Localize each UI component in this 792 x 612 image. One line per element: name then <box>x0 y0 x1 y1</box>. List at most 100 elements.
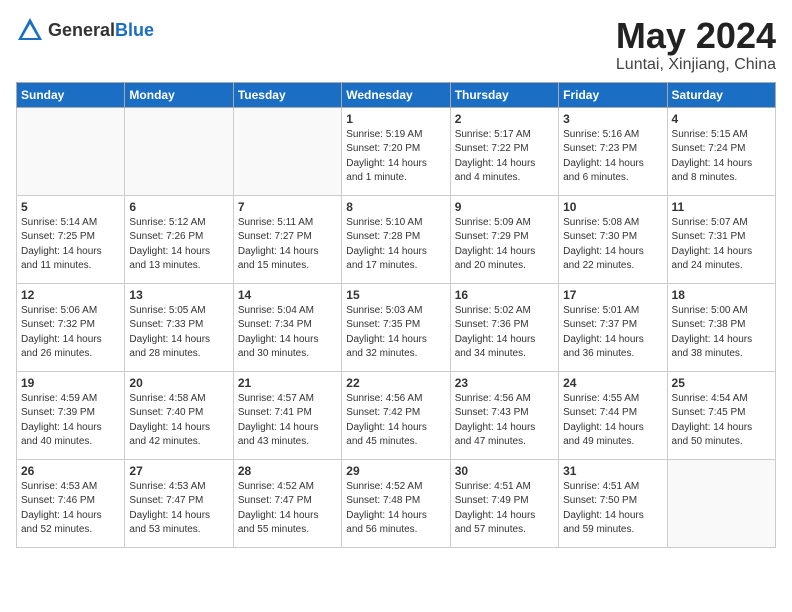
calendar-cell: 10 Sunrise: 5:08 AM Sunset: 7:30 PM Dayli… <box>559 195 667 283</box>
day-number: 11 <box>672 200 771 214</box>
day-number: 22 <box>346 376 445 390</box>
calendar-cell: 16 Sunrise: 5:02 AM Sunset: 7:36 PM Dayli… <box>450 283 558 371</box>
cell-content: Sunrise: 5:10 AM Sunset: 7:28 PM Dayligh… <box>346 216 445 274</box>
cell-content: Sunrise: 5:00 AM Sunset: 7:38 PM Dayligh… <box>672 304 771 362</box>
cell-content: Sunrise: 5:19 AM Sunset: 7:20 PM Dayligh… <box>346 128 445 186</box>
calendar-cell: 7 Sunrise: 5:11 AM Sunset: 7:27 PM Daylig… <box>233 195 341 283</box>
day-of-week-header: Friday <box>559 82 667 107</box>
day-number: 26 <box>21 464 120 478</box>
calendar-cell: 23 Sunrise: 4:56 AM Sunset: 7:43 PM Dayli… <box>450 371 558 459</box>
cell-content: Sunrise: 4:51 AM Sunset: 7:50 PM Dayligh… <box>563 480 662 538</box>
cell-content: Sunrise: 4:51 AM Sunset: 7:49 PM Dayligh… <box>455 480 554 538</box>
day-number: 9 <box>455 200 554 214</box>
logo-text-blue: Blue <box>115 20 154 40</box>
calendar-cell: 31 Sunrise: 4:51 AM Sunset: 7:50 PM Dayli… <box>559 459 667 547</box>
calendar-cell: 1 Sunrise: 5:19 AM Sunset: 7:20 PM Daylig… <box>342 107 450 195</box>
cell-content: Sunrise: 4:54 AM Sunset: 7:45 PM Dayligh… <box>672 392 771 450</box>
day-number: 28 <box>238 464 337 478</box>
day-number: 23 <box>455 376 554 390</box>
logo-icon <box>16 16 44 44</box>
calendar-cell: 18 Sunrise: 5:00 AM Sunset: 7:38 PM Dayli… <box>667 283 775 371</box>
title-block: May 2024 Luntai, Xinjiang, China <box>616 16 776 74</box>
calendar-cell: 4Sunrise: 5:15 AM Sunset: 7:24 PM Daylig… <box>667 107 775 195</box>
day-number: 8 <box>346 200 445 214</box>
day-number: 18 <box>672 288 771 302</box>
calendar-cell: 9Sunrise: 5:09 AM Sunset: 7:29 PM Daylig… <box>450 195 558 283</box>
cell-content: Sunrise: 5:14 AM Sunset: 7:25 PM Dayligh… <box>21 216 120 274</box>
day-number: 21 <box>238 376 337 390</box>
cell-content: Sunrise: 5:03 AM Sunset: 7:35 PM Dayligh… <box>346 304 445 362</box>
cell-content: Sunrise: 4:53 AM Sunset: 7:46 PM Dayligh… <box>21 480 120 538</box>
day-of-week-header: Monday <box>125 82 233 107</box>
calendar-cell: 12Sunrise: 5:06 AM Sunset: 7:32 PM Dayli… <box>17 283 125 371</box>
day-of-week-header: Tuesday <box>233 82 341 107</box>
calendar-cell: 14Sunrise: 5:04 AM Sunset: 7:34 PM Dayli… <box>233 283 341 371</box>
day-number: 6 <box>129 200 228 214</box>
calendar-cell: 29Sunrise: 4:52 AM Sunset: 7:48 PM Dayli… <box>342 459 450 547</box>
calendar-cell: 26 Sunrise: 4:53 AM Sunset: 7:46 PM Dayli… <box>17 459 125 547</box>
logo-text-general: General <box>48 20 115 40</box>
day-of-week-header: Saturday <box>667 82 775 107</box>
cell-content: Sunrise: 5:01 AM Sunset: 7:37 PM Dayligh… <box>563 304 662 362</box>
cell-content: Sunrise: 4:52 AM Sunset: 7:48 PM Dayligh… <box>346 480 445 538</box>
cell-content: Sunrise: 4:56 AM Sunset: 7:42 PM Dayligh… <box>346 392 445 450</box>
calendar-week-row: 12Sunrise: 5:06 AM Sunset: 7:32 PM Dayli… <box>17 283 776 371</box>
cell-content: Sunrise: 4:57 AM Sunset: 7:41 PM Dayligh… <box>238 392 337 450</box>
day-number: 13 <box>129 288 228 302</box>
calendar-cell: 30 Sunrise: 4:51 AM Sunset: 7:49 PM Dayli… <box>450 459 558 547</box>
cell-content: Sunrise: 5:12 AM Sunset: 7:26 PM Dayligh… <box>129 216 228 274</box>
day-number: 19 <box>21 376 120 390</box>
cell-content: Sunrise: 5:06 AM Sunset: 7:32 PM Dayligh… <box>21 304 120 362</box>
day-number: 20 <box>129 376 228 390</box>
calendar-cell: 3 Sunrise: 5:16 AM Sunset: 7:23 PM Daylig… <box>559 107 667 195</box>
calendar-week-row: 26 Sunrise: 4:53 AM Sunset: 7:46 PM Dayli… <box>17 459 776 547</box>
calendar-cell: 28 Sunrise: 4:52 AM Sunset: 7:47 PM Dayli… <box>233 459 341 547</box>
calendar-cell: 21 Sunrise: 4:57 AM Sunset: 7:41 PM Dayli… <box>233 371 341 459</box>
calendar-week-row: 5 Sunrise: 5:14 AM Sunset: 7:25 PM Daylig… <box>17 195 776 283</box>
calendar-table: SundayMondayTuesdayWednesdayThursdayFrid… <box>16 82 776 548</box>
calendar-cell: 19Sunrise: 4:59 AM Sunset: 7:39 PM Dayli… <box>17 371 125 459</box>
calendar-cell: 22 Sunrise: 4:56 AM Sunset: 7:42 PM Dayli… <box>342 371 450 459</box>
day-number: 3 <box>563 112 662 126</box>
cell-content: Sunrise: 5:17 AM Sunset: 7:22 PM Dayligh… <box>455 128 554 186</box>
calendar-cell: 8 Sunrise: 5:10 AM Sunset: 7:28 PM Daylig… <box>342 195 450 283</box>
cell-content: Sunrise: 4:52 AM Sunset: 7:47 PM Dayligh… <box>238 480 337 538</box>
calendar-cell <box>125 107 233 195</box>
calendar-cell: 15Sunrise: 5:03 AM Sunset: 7:35 PM Dayli… <box>342 283 450 371</box>
calendar-body: 1 Sunrise: 5:19 AM Sunset: 7:20 PM Daylig… <box>17 107 776 547</box>
cell-content: Sunrise: 5:16 AM Sunset: 7:23 PM Dayligh… <box>563 128 662 186</box>
cell-content: Sunrise: 5:08 AM Sunset: 7:30 PM Dayligh… <box>563 216 662 274</box>
day-number: 27 <box>129 464 228 478</box>
day-number: 7 <box>238 200 337 214</box>
day-number: 1 <box>346 112 445 126</box>
cell-content: Sunrise: 4:56 AM Sunset: 7:43 PM Dayligh… <box>455 392 554 450</box>
calendar-cell: 25 Sunrise: 4:54 AM Sunset: 7:45 PM Dayli… <box>667 371 775 459</box>
cell-content: Sunrise: 4:58 AM Sunset: 7:40 PM Dayligh… <box>129 392 228 450</box>
page-header: GeneralBlue May 2024 Luntai, Xinjiang, C… <box>16 16 776 74</box>
day-of-week-header: Sunday <box>17 82 125 107</box>
day-number: 16 <box>455 288 554 302</box>
day-number: 2 <box>455 112 554 126</box>
location-title: Luntai, Xinjiang, China <box>616 56 776 74</box>
day-of-week-header: Thursday <box>450 82 558 107</box>
day-number: 10 <box>563 200 662 214</box>
cell-content: Sunrise: 5:07 AM Sunset: 7:31 PM Dayligh… <box>672 216 771 274</box>
cell-content: Sunrise: 5:11 AM Sunset: 7:27 PM Dayligh… <box>238 216 337 274</box>
calendar-cell: 17 Sunrise: 5:01 AM Sunset: 7:37 PM Dayli… <box>559 283 667 371</box>
day-number: 17 <box>563 288 662 302</box>
day-number: 5 <box>21 200 120 214</box>
cell-content: Sunrise: 5:02 AM Sunset: 7:36 PM Dayligh… <box>455 304 554 362</box>
calendar-cell: 20 Sunrise: 4:58 AM Sunset: 7:40 PM Dayli… <box>125 371 233 459</box>
day-number: 30 <box>455 464 554 478</box>
day-number: 24 <box>563 376 662 390</box>
day-number: 31 <box>563 464 662 478</box>
day-of-week-header: Wednesday <box>342 82 450 107</box>
calendar-cell: 27Sunrise: 4:53 AM Sunset: 7:47 PM Dayli… <box>125 459 233 547</box>
day-number: 14 <box>238 288 337 302</box>
calendar-week-row: 1 Sunrise: 5:19 AM Sunset: 7:20 PM Daylig… <box>17 107 776 195</box>
calendar-cell <box>667 459 775 547</box>
calendar-cell: 24Sunrise: 4:55 AM Sunset: 7:44 PM Dayli… <box>559 371 667 459</box>
day-number: 25 <box>672 376 771 390</box>
cell-content: Sunrise: 5:05 AM Sunset: 7:33 PM Dayligh… <box>129 304 228 362</box>
calendar-cell: 5 Sunrise: 5:14 AM Sunset: 7:25 PM Daylig… <box>17 195 125 283</box>
